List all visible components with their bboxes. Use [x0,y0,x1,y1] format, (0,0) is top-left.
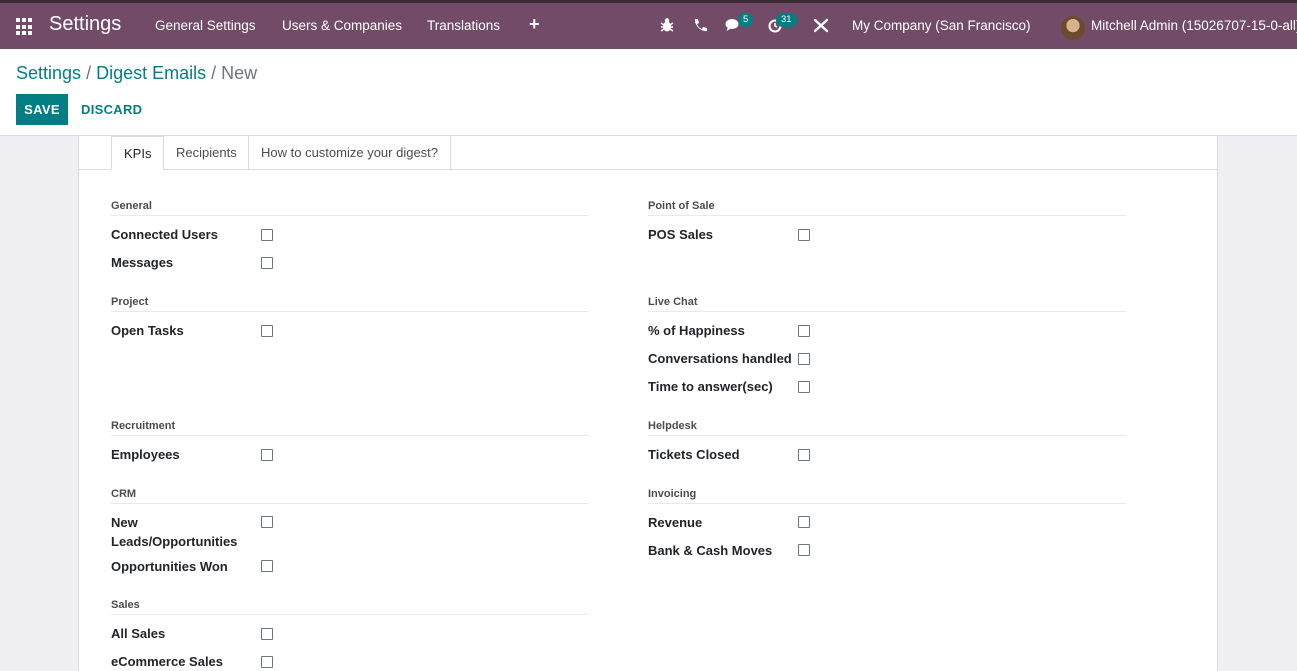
field-label-all-sales: All Sales [111,626,166,641]
group-title-sales: Sales [111,599,589,615]
group-title-project: Project [111,296,589,312]
checkbox-ecommerce-sales[interactable] [261,656,273,668]
field-label-happiness: % of Happiness [648,323,745,338]
menu-translations[interactable]: Translations [427,18,500,33]
checkbox-all-sales[interactable] [261,628,273,640]
group-title-helpdesk: Helpdesk [648,420,1126,436]
user-menu[interactable]: Mitchell Admin (15026707-15-0-all) [1091,18,1297,33]
checkbox-open-tasks[interactable] [261,325,273,337]
field-label-bank-cash-moves: Bank & Cash Moves [648,543,773,558]
app-title[interactable]: Settings [49,13,121,36]
field-label-tickets-closed: Tickets Closed [648,447,740,462]
top-navbar: Settings General Settings Users & Compan… [0,0,1297,49]
checkbox-employees[interactable] [261,449,273,461]
checkbox-connected-users[interactable] [261,229,273,241]
tools-icon[interactable] [813,16,829,34]
messages-count-badge: 5 [738,13,754,27]
control-panel: Settings / Digest Emails / New SAVE DISC… [0,49,1297,136]
group-title-point-of-sale: Point of Sale [648,200,1126,216]
checkbox-happiness[interactable] [798,325,810,337]
checkbox-conversations-handled[interactable] [798,353,810,365]
tab-recipients[interactable]: Recipients [163,136,250,170]
field-label-pos-sales: POS Sales [648,227,714,242]
breadcrumb-settings[interactable]: Settings [16,63,81,83]
group-title-crm: CRM [111,488,589,504]
checkbox-opportunities-won[interactable] [261,560,273,572]
breadcrumb-separator: / [86,63,92,83]
field-label-open-tasks: Open Tasks [111,323,184,338]
menu-users-companies[interactable]: Users & Companies [282,18,402,33]
field-label-employees: Employees [111,447,180,462]
activity-count-badge: 31 [776,13,797,27]
checkbox-bank-cash-moves[interactable] [798,544,810,556]
checkbox-pos-sales[interactable] [798,229,810,241]
phone-icon[interactable] [692,16,708,34]
group-title-recruitment: Recruitment [111,420,589,436]
checkbox-new-leads-opportunities[interactable] [261,516,273,528]
tab-how-to-customize[interactable]: How to customize your digest? [248,136,452,170]
field-label-time-to-answer: Time to answer(sec) [648,379,773,394]
field-label-revenue: Revenue [648,515,703,530]
breadcrumb-digest-emails[interactable]: Digest Emails [96,63,206,83]
group-title-invoicing: Invoicing [648,488,1126,504]
group-title-general: General [111,200,589,216]
tab-kpis[interactable]: KPIs [111,136,165,170]
field-label-new-leads-opportunities: New Leads/Opportunities [111,515,238,549]
apps-menu-icon[interactable] [16,18,34,36]
checkbox-time-to-answer[interactable] [798,381,810,393]
field-label-messages: Messages [111,255,174,270]
checkbox-tickets-closed[interactable] [798,449,810,461]
field-label-opportunities-won: Opportunities Won [111,559,228,574]
company-switcher[interactable]: My Company (San Francisco) [852,18,1031,33]
field-label-ecommerce-sales: eCommerce Sales [111,654,224,669]
discard-button[interactable]: DISCARD [72,94,151,125]
notebook-tabs: KPIs Recipients How to customize your di… [79,136,1217,170]
form-sheet: KPIs Recipients How to customize your di… [78,136,1218,671]
breadcrumb-separator: / [211,63,217,83]
field-label-connected-users: Connected Users [111,227,218,242]
menu-general-settings[interactable]: General Settings [155,18,256,33]
plus-icon[interactable]: + [529,14,540,35]
group-title-live-chat: Live Chat [648,296,1126,312]
breadcrumb: Settings / Digest Emails / New [16,63,257,84]
save-button[interactable]: SAVE [16,94,68,125]
debug-bug-icon[interactable] [659,16,675,34]
field-label-conversations-handled: Conversations handled [648,351,792,366]
breadcrumb-current: New [221,63,258,83]
user-avatar[interactable] [1061,16,1085,40]
checkbox-messages[interactable] [261,257,273,269]
checkbox-revenue[interactable] [798,516,810,528]
